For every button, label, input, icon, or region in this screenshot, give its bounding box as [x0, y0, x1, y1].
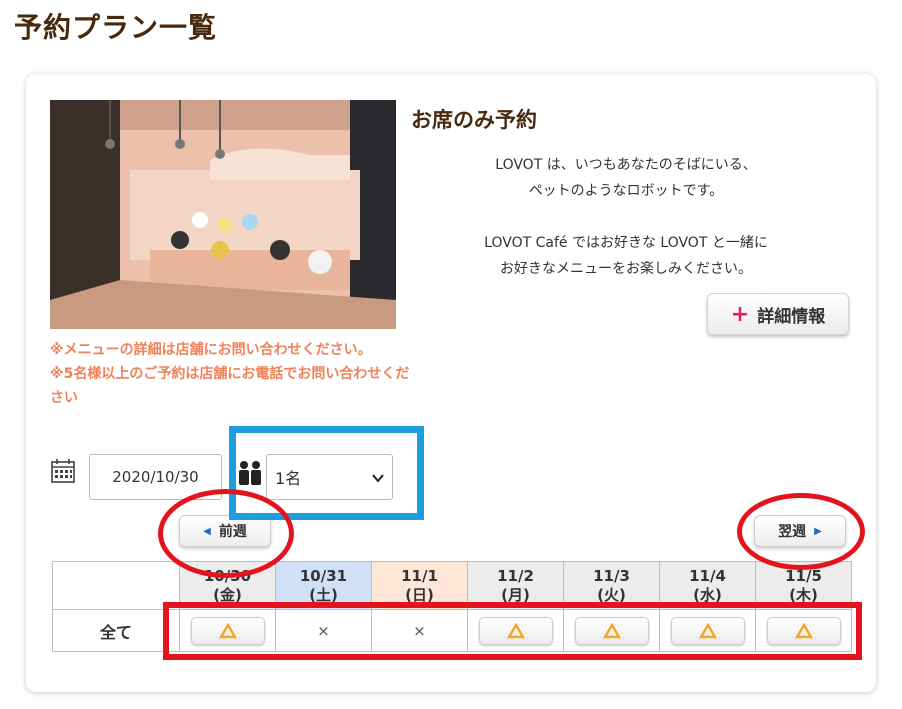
day-header: 11/2 (月): [467, 561, 564, 610]
availability-cell: △: [659, 609, 756, 652]
availability-cell: ×: [275, 609, 372, 652]
triangle-available-icon: [794, 622, 813, 638]
day-header: 10/31 (土): [275, 561, 372, 610]
availability-button[interactable]: △: [574, 616, 649, 645]
description-line: お好きなメニューをお楽しみください。: [500, 261, 752, 277]
day-weekday: (月): [501, 585, 530, 604]
schedule-table: 10/30 (金) 10/31 (土) 11/1 (日) 11/2 (月) 11/3 (火…: [52, 561, 852, 652]
availability-button[interactable]: △: [190, 616, 265, 645]
day-weekday: (水): [693, 585, 722, 604]
availability-cell: △: [563, 609, 660, 652]
note-menu: ※メニューの詳細は店舗にお問い合わせください。: [50, 342, 372, 358]
triangle-left-icon: ◀: [203, 525, 211, 537]
availability-cell: △: [179, 609, 276, 652]
unavailable-mark: ×: [413, 621, 426, 640]
detail-info-button[interactable]: + 詳細情報: [707, 293, 849, 335]
day-header: 11/3 (火): [563, 561, 660, 610]
day-header: 11/1 (日): [371, 561, 468, 610]
next-week-button[interactable]: 翌週 ▶: [754, 515, 846, 547]
chevron-down-icon: [372, 474, 384, 483]
note-party: ※5名様以上のご予約は店舗にお電話でお問い合わせください: [50, 366, 410, 406]
schedule-row-all: 全て △ × × △ △ △ △: [52, 609, 852, 652]
availability-button[interactable]: △: [766, 616, 841, 645]
prev-week-button[interactable]: ◀ 前週: [179, 515, 271, 547]
triangle-available-icon: [602, 622, 621, 638]
availability-cell: ×: [371, 609, 468, 652]
availability-button[interactable]: △: [670, 616, 745, 645]
plan-description: LOVOT は、いつもあなたのそばにいる、 ペットのようなロボットです。 LOV…: [411, 152, 841, 308]
day-date: 10/30: [203, 566, 252, 585]
day-date: 10/31: [299, 566, 348, 585]
day-date: 11/4: [689, 566, 726, 585]
plan-photo: [50, 100, 396, 329]
plan-title: お席のみ予約: [411, 108, 537, 132]
party-size-select[interactable]: 1名: [266, 454, 393, 500]
calendar-icon[interactable]: [50, 458, 76, 484]
triangle-available-icon: [506, 622, 525, 638]
party-size-value: 1名: [275, 469, 302, 488]
triangle-available-icon: [698, 622, 717, 638]
description-line: LOVOT は、いつもあなたのそばにいる、: [495, 157, 757, 173]
day-date: 11/5: [785, 566, 822, 585]
day-date: 11/3: [593, 566, 630, 585]
unavailable-mark: ×: [317, 621, 330, 640]
people-icon: [239, 461, 261, 485]
schedule-corner-cell: [52, 561, 180, 610]
day-date: 11/2: [497, 566, 534, 585]
day-weekday: (金): [213, 585, 242, 604]
day-weekday: (日): [405, 585, 434, 604]
row-label: 全て: [52, 609, 180, 652]
day-header: 11/5 (木): [755, 561, 852, 610]
date-input[interactable]: [89, 454, 222, 500]
next-week-label: 翌週: [778, 524, 807, 540]
day-weekday: (土): [309, 585, 338, 604]
day-header: 10/30 (金): [179, 561, 276, 610]
schedule-header-row: 10/30 (金) 10/31 (土) 11/1 (日) 11/2 (月) 11/3 (火…: [52, 561, 852, 610]
description-line: LOVOT Café ではお好きな LOVOT と一緒に: [484, 235, 768, 251]
page-title: 予約プラン一覧: [14, 11, 218, 44]
day-header: 11/4 (水): [659, 561, 756, 610]
prev-week-label: 前週: [218, 524, 247, 540]
plan-card: お席のみ予約 LOVOT は、いつもあなたのそばにいる、 ペットのようなロボット…: [26, 74, 876, 692]
day-weekday: (木): [789, 585, 818, 604]
day-weekday: (火): [597, 585, 626, 604]
availability-cell: △: [467, 609, 564, 652]
triangle-available-icon: [218, 622, 237, 638]
day-date: 11/1: [401, 566, 438, 585]
plan-notes: ※メニューの詳細は店舗にお問い合わせください。 ※5名様以上のご予約は店舗にお電…: [50, 338, 410, 410]
availability-button[interactable]: △: [478, 616, 553, 645]
detail-info-label: 詳細情報: [757, 306, 826, 327]
availability-cell: △: [755, 609, 852, 652]
description-line: ペットのようなロボットです。: [528, 183, 724, 199]
triangle-right-icon: ▶: [814, 525, 822, 537]
plus-icon: +: [730, 301, 750, 327]
